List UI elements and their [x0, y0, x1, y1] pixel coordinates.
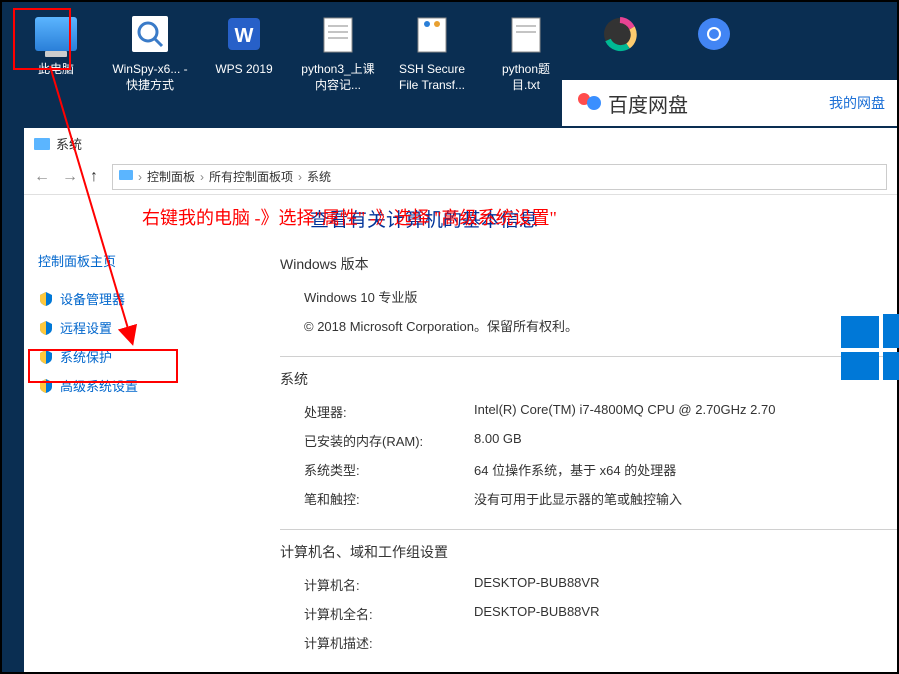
system-icon — [34, 138, 50, 150]
up-arrow-icon[interactable]: ↑ — [90, 168, 98, 186]
windows-logo-icon — [837, 310, 899, 380]
info-label: 计算机描述: — [304, 633, 474, 652]
desktop-icon-winspy[interactable]: WinSpy-x6... - 快捷方式 — [112, 10, 188, 114]
shield-icon — [38, 349, 54, 365]
nav-arrows: ← → ↑ — [34, 168, 98, 186]
section-divider — [280, 356, 897, 357]
chrome-icon — [694, 14, 734, 54]
monitor-icon — [35, 17, 77, 51]
shield-icon — [38, 291, 54, 307]
sidebar-item-label: 系统保护 — [60, 347, 112, 366]
info-row: 计算机名:DESKTOP-BUB88VR — [280, 570, 897, 599]
section-computer-name: 计算机名、域和工作组设置 — [280, 542, 897, 562]
desktop-icon-python-txt[interactable]: python题目.txt — [488, 10, 564, 114]
forward-arrow-icon[interactable]: → — [62, 168, 78, 186]
info-value: 64 位操作系统，基于 x64 的处理器 — [474, 460, 897, 479]
desktop-icon-python3[interactable]: python3_上课内容记... — [300, 10, 376, 114]
desktop-icon-label: SSH Secure File Transf... — [394, 62, 470, 93]
annotation-instruction-text: 右键我的电脑 -》选择"属性" -》选择 "高级系统设置" — [142, 204, 557, 230]
magnifier-icon — [130, 14, 170, 54]
info-label: 计算机名: — [304, 575, 474, 594]
info-label: 系统类型: — [304, 460, 474, 479]
window-title-bar: 系统 — [24, 128, 897, 159]
breadcrumb-sep: › — [298, 170, 302, 184]
svg-text:W: W — [235, 25, 254, 47]
desktop-icon-label: WPS 2019 — [215, 62, 272, 78]
desktop-icon-label: WinSpy-x6... - 快捷方式 — [112, 62, 188, 93]
section-divider — [280, 529, 897, 530]
window-title: 系统 — [56, 134, 82, 153]
info-row: 计算机描述: — [280, 628, 897, 657]
sidebar-item-device-manager[interactable]: 设备管理器 — [38, 284, 180, 313]
info-row: 系统类型:64 位操作系统，基于 x64 的处理器 — [280, 455, 897, 484]
baidu-my-disk-link[interactable]: 我的网盘 — [829, 93, 885, 113]
info-value — [474, 633, 897, 652]
section-windows-edition: Windows 版本 — [280, 254, 897, 274]
sidebar-item-advanced-settings[interactable]: 高级系统设置 — [38, 371, 180, 400]
wps-icon: W — [224, 14, 264, 54]
info-value: Intel(R) Core(TM) i7-4800MQ CPU @ 2.70GH… — [474, 402, 897, 421]
info-value: DESKTOP-BUB88VR — [474, 575, 897, 594]
desktop-icon-label: python题目.txt — [488, 62, 564, 93]
baidu-netdisk-popup: 百度网盘 我的网盘 — [562, 80, 897, 126]
windows-edition-value: Windows 10 专业版 — [304, 287, 897, 306]
content-area: 查看有关计算机的基本信息 Windows 版本 Windows 10 专业版 ©… — [194, 195, 897, 672]
sidebar-control-panel-home[interactable]: 控制面板主页 — [38, 251, 180, 270]
info-label: 已安装的内存(RAM): — [304, 431, 474, 450]
sidebar-item-label: 设备管理器 — [60, 289, 125, 308]
baidu-cloud-icon — [574, 89, 602, 117]
info-value: 8.00 GB — [474, 431, 897, 450]
sidebar-item-label: 远程设置 — [60, 318, 112, 337]
info-label: 处理器: — [304, 402, 474, 421]
desktop-icon-label: 此电脑 — [38, 62, 74, 78]
window-body: 控制面板主页 设备管理器 远程设置 系统保护 高级系统设置 查看有关计算机的基本… — [24, 195, 897, 672]
breadcrumb-item[interactable]: 控制面板 — [147, 168, 195, 185]
info-row: 处理器:Intel(R) Core(TM) i7-4800MQ CPU @ 2.… — [280, 397, 897, 426]
text-doc-icon — [318, 14, 358, 54]
colorful-circle-icon — [600, 14, 640, 54]
system-small-icon — [119, 170, 133, 184]
info-label: 计算机全名: — [304, 604, 474, 623]
breadcrumb-item[interactable]: 所有控制面板项 — [209, 168, 293, 185]
breadcrumb[interactable]: › 控制面板 › 所有控制面板项 › 系统 — [112, 164, 887, 190]
desktop-icon-wps[interactable]: W WPS 2019 — [206, 10, 282, 114]
text-doc-icon — [506, 14, 546, 54]
info-row: 已安装的内存(RAM):8.00 GB — [280, 426, 897, 455]
sidebar-item-system-protection[interactable]: 系统保护 — [38, 342, 180, 371]
sidebar-item-remote-settings[interactable]: 远程设置 — [38, 313, 180, 342]
copyright-text: © 2018 Microsoft Corporation。保留所有权利。 — [304, 316, 897, 335]
info-row: 笔和触控:没有可用于此显示器的笔或触控输入 — [280, 484, 897, 513]
shield-icon — [38, 320, 54, 336]
breadcrumb-sep: › — [200, 170, 204, 184]
ssh-icon — [412, 14, 452, 54]
breadcrumb-item[interactable]: 系统 — [307, 168, 331, 185]
sidebar: 控制面板主页 设备管理器 远程设置 系统保护 高级系统设置 — [24, 195, 194, 672]
desktop-icon-ssh[interactable]: SSH Secure File Transf... — [394, 10, 470, 114]
shield-icon — [38, 378, 54, 394]
breadcrumb-sep: › — [138, 170, 142, 184]
back-arrow-icon[interactable]: ← — [34, 168, 50, 186]
desktop-icon-label: python3_上课内容记... — [300, 62, 376, 93]
desktop-icon-this-pc[interactable]: 此电脑 — [18, 10, 94, 114]
info-label: 笔和触控: — [304, 489, 474, 508]
info-row: 计算机全名:DESKTOP-BUB88VR — [280, 599, 897, 628]
baidu-title: 百度网盘 — [574, 89, 688, 118]
info-value: DESKTOP-BUB88VR — [474, 604, 897, 623]
sidebar-item-label: 高级系统设置 — [60, 376, 138, 395]
info-value: 没有可用于此显示器的笔或触控输入 — [474, 489, 897, 508]
breadcrumb-bar: ← → ↑ › 控制面板 › 所有控制面板项 › 系统 — [24, 159, 897, 195]
section-system: 系统 — [280, 369, 897, 389]
